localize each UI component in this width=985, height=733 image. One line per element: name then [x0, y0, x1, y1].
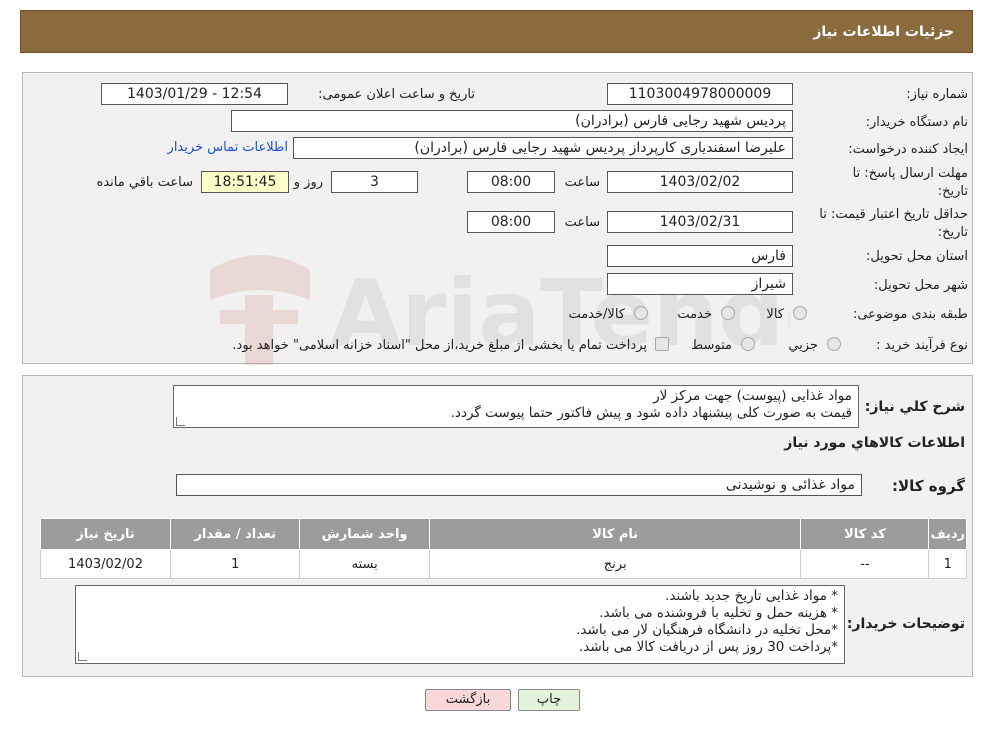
purchase-type-radio-medium[interactable] [741, 337, 755, 351]
category-option-service: خدمت [677, 307, 712, 322]
col-name: نام کالا [428, 518, 802, 550]
province-label: استان محل تحویل: [866, 249, 968, 264]
description-textarea: مواد غذایی (پیوست) جهت مرکز لار قیمت به … [173, 385, 859, 428]
reply-deadline-label: مهلت ارسال پاسخ: تا [852, 166, 968, 181]
table-row[interactable]: 1 -- برنج بسته 1 1403/02/02 [39, 549, 967, 579]
price-validity-time-label: ساعت [564, 215, 600, 230]
category-label: طبقه بندی موضوعی: [852, 307, 968, 322]
buyer-notes-line-3: *محل تخلیه در دانشگاه فرهنگیان لار می با… [576, 622, 838, 638]
goods-table-header: رديف کد کالا نام کالا واحد شمارش تعداد /… [39, 518, 967, 550]
purchase-type-option-medium: متوسط [691, 338, 732, 353]
remaining-time-label: ساعت باقي مانده [96, 175, 193, 190]
cell-date: 1403/02/02 [39, 549, 172, 579]
buyer-org-label: نام دستگاه خریدار: [865, 115, 968, 130]
treasury-payment-note: پرداخت تمام یا بخشی از مبلغ خرید،از محل … [232, 338, 647, 353]
category-option-goods-service: کالا/خدمت [568, 307, 625, 322]
remaining-time-field: 18:51:45 [201, 171, 289, 193]
goods-group-label: گروه کالا: [892, 477, 965, 495]
page-header: جزئیات اطلاعات نیاز [20, 10, 973, 53]
page-title: جزئیات اطلاعات نیاز [813, 24, 954, 40]
cell-code: -- [800, 549, 930, 579]
buyer-org-field: پردیس شهید رجایی فارس (برادران) [231, 110, 793, 132]
buyer-notes-textarea: * مواد غذایی تاریخ جدید باشند. * هزینه ح… [75, 585, 845, 664]
reply-deadline-date-field: 1403/02/02 [607, 171, 793, 193]
print-button[interactable]: چاپ [518, 689, 580, 711]
reply-deadline-label-line2: تاریخ: [937, 184, 968, 199]
category-radio-service[interactable] [721, 306, 735, 320]
buyer-notes-line-4: *پرداخت 30 روز پس از دریافت کالا می باشد… [578, 639, 838, 655]
cell-qty: 1 [170, 549, 301, 579]
col-code: کد کالا [800, 518, 930, 550]
col-qty: تعداد / مقدار [170, 518, 301, 550]
description-line-2: قیمت به صورت کلی پیشنهاد داده شود و پیش … [450, 405, 852, 421]
category-radio-goods[interactable] [793, 306, 807, 320]
remaining-days-label: روز و [293, 175, 323, 190]
announce-datetime-label: تاریخ و ساعت اعلان عمومی: [318, 87, 475, 102]
col-date: تاریخ نیاز [39, 518, 172, 550]
buyer-notes-line-1: * مواد غذایی تاریخ جدید باشند. [665, 588, 838, 604]
reply-deadline-time-label: ساعت [564, 175, 600, 190]
description-resize-grip-icon[interactable] [176, 417, 185, 426]
city-label: شهر محل تحویل: [873, 278, 968, 293]
category-radio-goods-service[interactable] [634, 306, 648, 320]
requester-field: علیرضا اسفندیاری کارپرداز پردیس شهید رجا… [293, 137, 793, 159]
city-field: شیراز [607, 273, 793, 295]
purchase-type-radio-minor[interactable] [827, 337, 841, 351]
cell-name: برنج [428, 549, 802, 579]
buyer-notes-label: توضیحات خریدار: [846, 616, 965, 632]
price-validity-label: حداقل تاریخ اعتبار قیمت: تا [819, 207, 968, 222]
province-field: فارس [607, 245, 793, 267]
cell-unit: بسته [299, 549, 430, 579]
price-validity-date-field: 1403/02/31 [607, 211, 793, 233]
need-number-label: شماره نیاز: [906, 87, 968, 102]
purchase-type-option-minor: جزیي [788, 338, 818, 353]
col-unit: واحد شمارش [299, 518, 430, 550]
treasury-payment-checkbox[interactable] [655, 337, 669, 351]
goods-section-title: اطلاعات کالاهاي مورد نياز [784, 435, 965, 451]
requester-label: ایجاد کننده درخواست: [848, 142, 968, 157]
cell-row: 1 [928, 549, 967, 579]
need-number-field: 1103004978000009 [607, 83, 793, 105]
description-label: شرح کلي نياز: [864, 399, 965, 415]
back-button[interactable]: بازگشت [425, 689, 511, 711]
description-line-1: مواد غذایی (پیوست) جهت مرکز لار [653, 388, 852, 404]
col-row: رديف [928, 518, 967, 550]
remaining-days-field: 3 [331, 171, 418, 193]
price-validity-label-line2: تاریخ: [937, 225, 968, 240]
buyer-contact-link[interactable]: اطلاعات تماس خریدار [168, 140, 288, 155]
price-validity-time-field: 08:00 [467, 211, 555, 233]
announce-datetime-field: 1403/01/29 - 12:54 [101, 83, 288, 105]
category-option-goods: کالا [766, 307, 784, 322]
goods-table: رديف کد کالا نام کالا واحد شمارش تعداد /… [39, 518, 967, 579]
buyer-notes-resize-grip-icon[interactable] [78, 652, 87, 661]
reply-deadline-time-field: 08:00 [467, 171, 555, 193]
purchase-type-label: نوع فرآیند خرید : [876, 338, 968, 353]
buyer-notes-line-2: * هزینه حمل و تخلیه با فروشنده می باشد. [599, 605, 838, 621]
goods-group-field: مواد غذائی و نوشیدنی [176, 474, 862, 496]
